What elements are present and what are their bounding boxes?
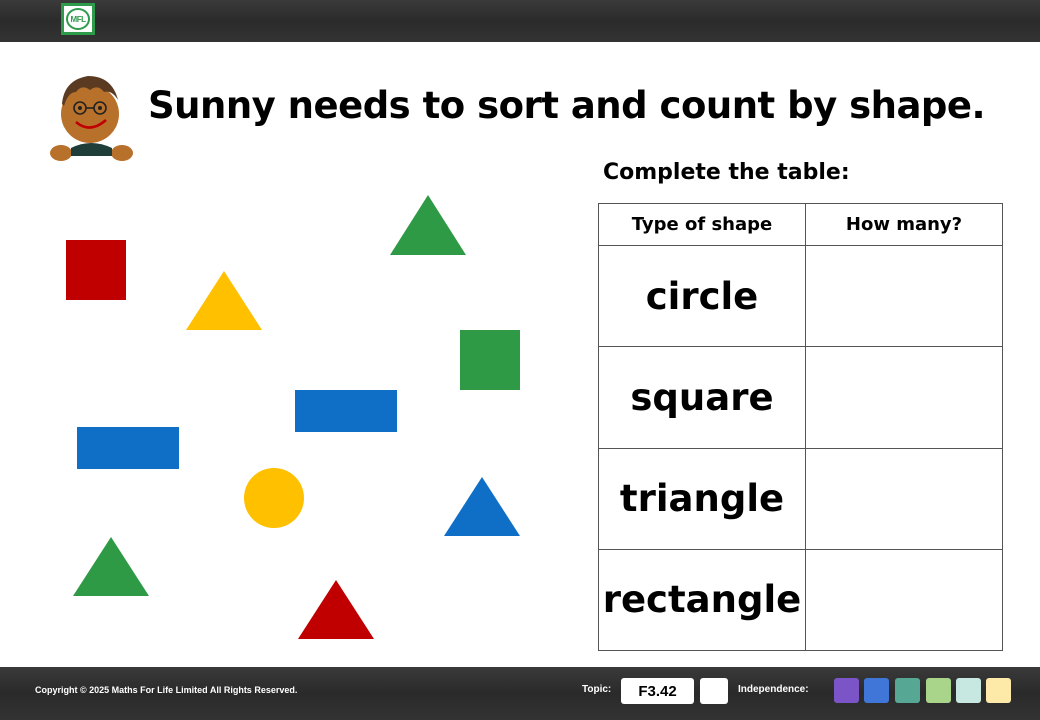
- topic-code-badge: F3.42: [621, 678, 694, 704]
- shape-name-cell: triangle: [598, 447, 806, 550]
- shape-name-cell: circle: [598, 244, 806, 348]
- table-row: square: [598, 346, 1003, 449]
- independence-level-swatch[interactable]: [956, 678, 981, 703]
- page-title: Sunny needs to sort and count by shape.: [148, 84, 986, 127]
- logo-text: MFL: [66, 8, 90, 30]
- blank-topic-box: [700, 678, 728, 704]
- column-header-count: How many?: [805, 203, 1003, 246]
- shapes-area: [66, 195, 520, 639]
- red-triangle-shape[interactable]: [298, 580, 374, 639]
- blue-triangle-shape[interactable]: [444, 477, 520, 536]
- count-answer-cell[interactable]: [805, 346, 1003, 449]
- column-header-type: Type of shape: [598, 203, 806, 246]
- independence-level-swatch[interactable]: [986, 678, 1011, 703]
- count-answer-cell[interactable]: [805, 548, 1003, 652]
- shape-name-cell: rectangle: [598, 548, 806, 652]
- independence-level-swatch[interactable]: [926, 678, 951, 703]
- green-triangle-shape[interactable]: [390, 195, 466, 255]
- table-row: circle: [598, 244, 1003, 348]
- yellow-circle-shape[interactable]: [244, 468, 304, 528]
- green-square-shape[interactable]: [460, 330, 520, 390]
- count-answer-cell[interactable]: [805, 447, 1003, 550]
- independence-level-swatch[interactable]: [864, 678, 889, 703]
- yellow-triangle-shape[interactable]: [186, 271, 262, 330]
- table-header-row: Type of shape How many?: [598, 203, 1003, 246]
- red-square-shape[interactable]: [66, 240, 126, 300]
- blue-rectangle-shape[interactable]: [77, 427, 179, 469]
- independence-level-swatch[interactable]: [834, 678, 859, 703]
- copyright-text: Copyright © 2025 Maths For Life Limited …: [35, 685, 298, 695]
- instruction-text: Complete the table:: [603, 160, 850, 185]
- topic-label: Topic:: [582, 684, 612, 695]
- footer-bar: Copyright © 2025 Maths For Life Limited …: [0, 667, 1040, 720]
- blue-rectangle-shape[interactable]: [295, 390, 397, 432]
- table-row: triangle: [598, 447, 1003, 550]
- sort-table: Type of shape How many? circle square tr…: [598, 203, 1003, 652]
- count-answer-cell[interactable]: [805, 244, 1003, 348]
- table-row: rectangle: [598, 548, 1003, 652]
- independence-label: Independence:: [738, 684, 809, 695]
- independence-level-swatch[interactable]: [895, 678, 920, 703]
- shape-name-cell: square: [598, 346, 806, 449]
- mfl-logo: MFL: [61, 3, 95, 35]
- green-triangle-shape[interactable]: [73, 537, 149, 596]
- top-bar: MFL: [0, 0, 1040, 42]
